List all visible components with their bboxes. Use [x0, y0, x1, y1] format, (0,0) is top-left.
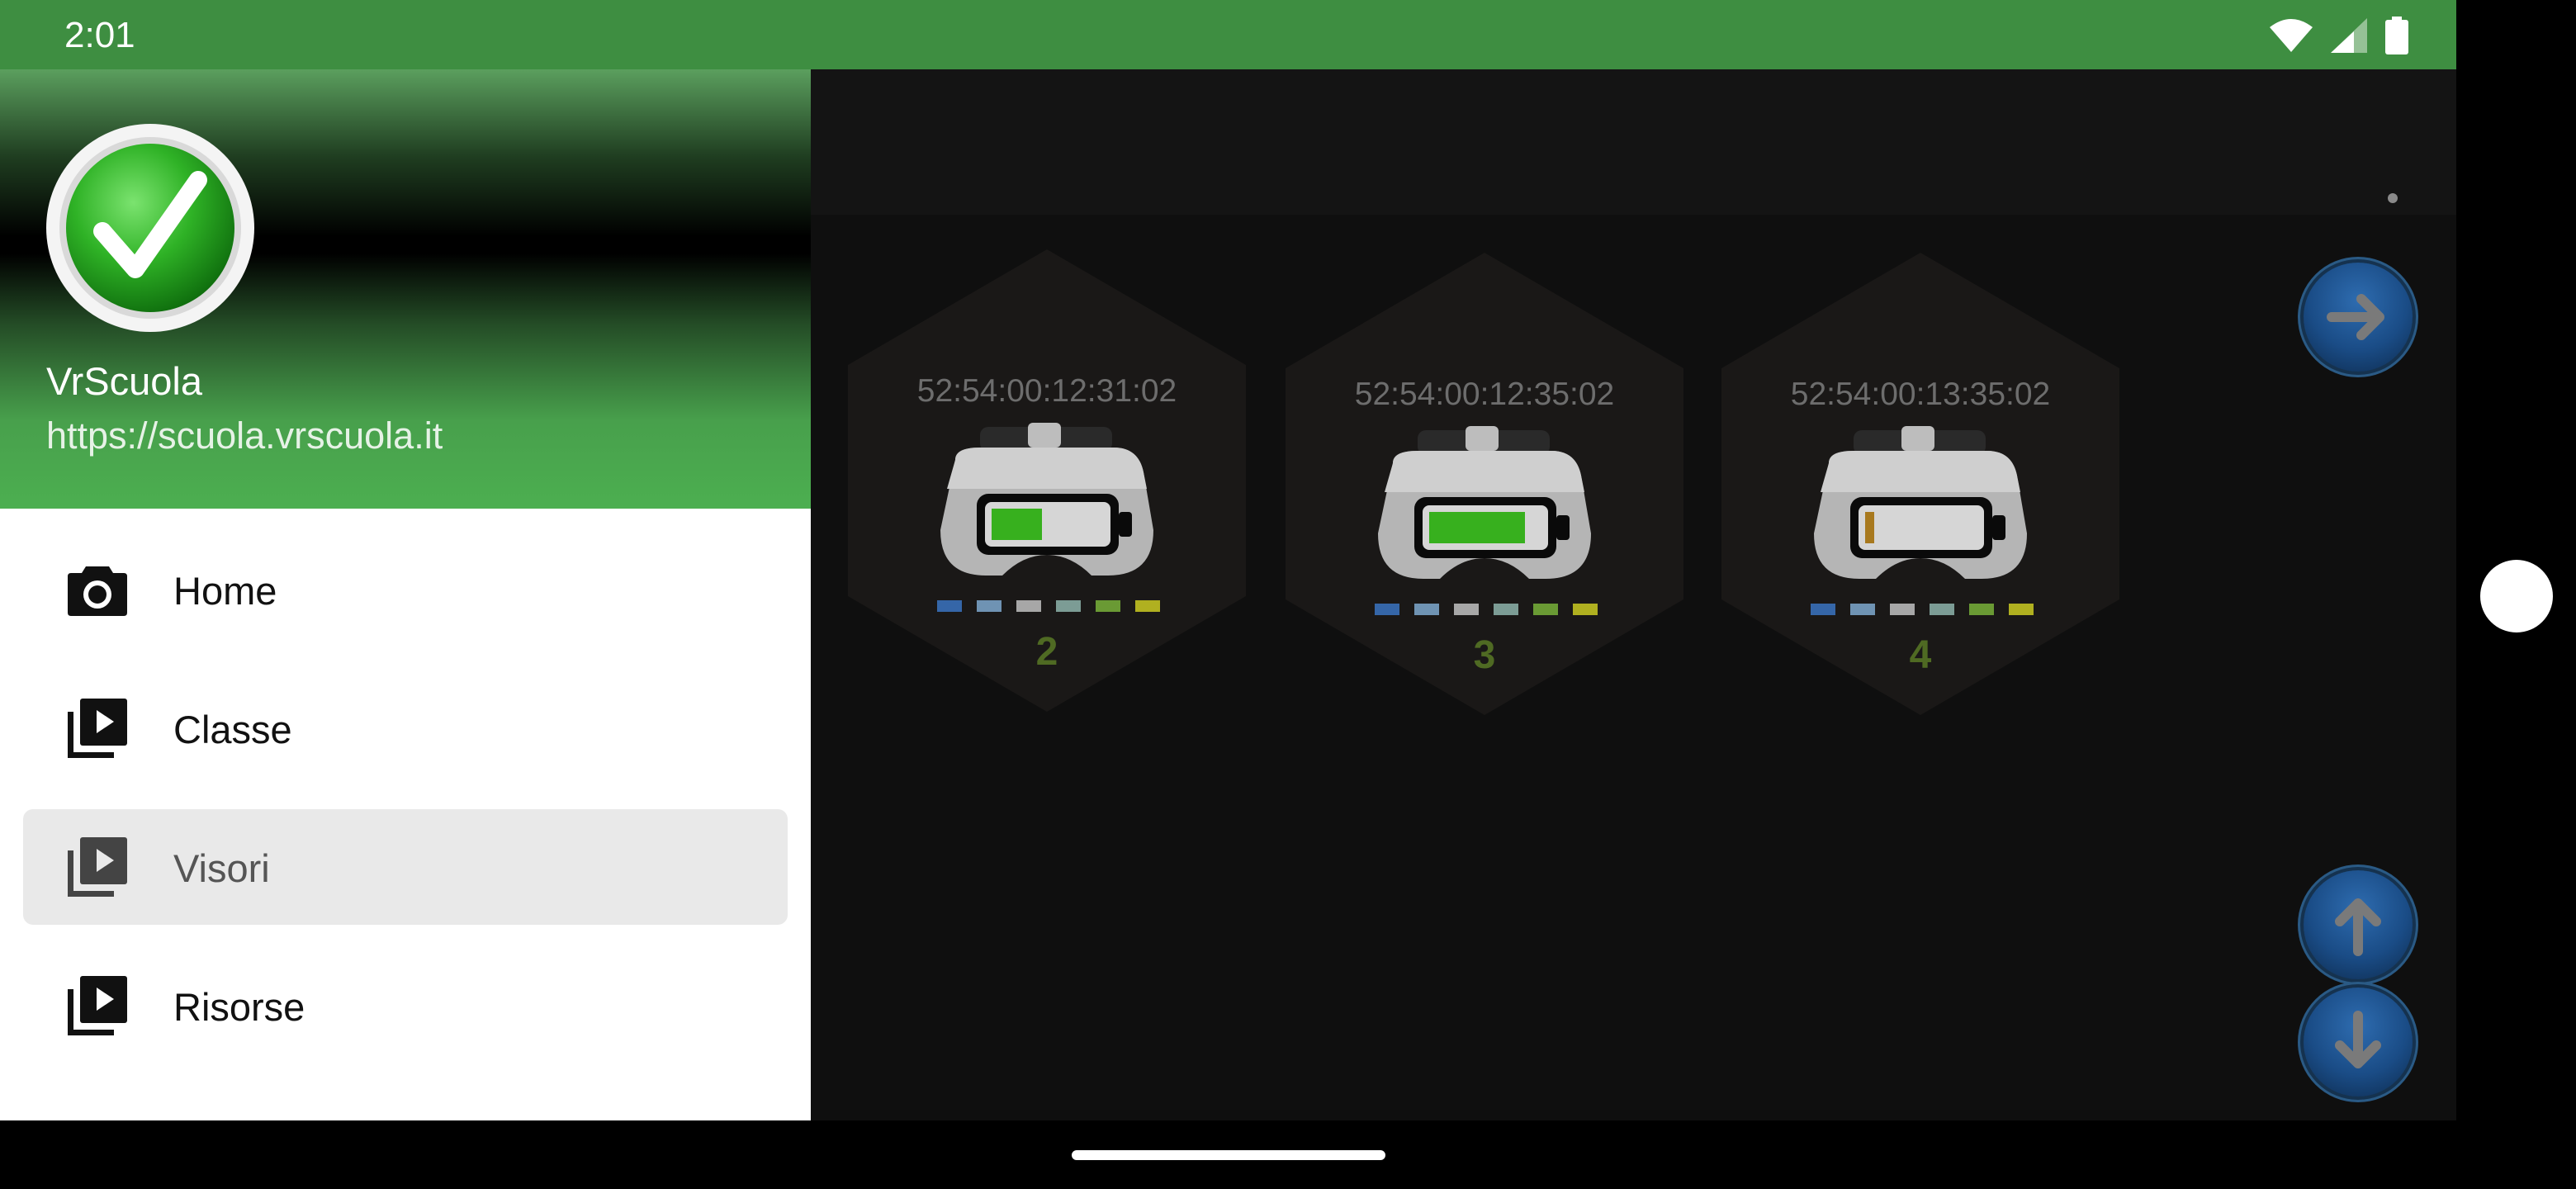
app-url: https://scuola.vrscuola.it — [46, 414, 443, 457]
status-time: 2:01 — [64, 15, 135, 55]
device-mac-address: 52:54:00:12:31:02 — [916, 373, 1177, 409]
menu-item-home[interactable]: Home — [23, 532, 788, 647]
menu-item-risorse[interactable]: Risorse — [23, 948, 788, 1063]
vr-headset-battery-icon — [1814, 426, 2027, 579]
video-library-icon — [68, 699, 127, 758]
scroll-up-button[interactable] — [2304, 870, 2413, 979]
battery-icon — [2385, 17, 2408, 54]
device-number: 3 — [1473, 633, 1496, 677]
home-indicator[interactable] — [1072, 1150, 1385, 1160]
video-library-icon — [68, 837, 127, 897]
camera-cutout — [2480, 560, 2553, 632]
device-number: 2 — [1035, 630, 1058, 674]
menu-item-label: Home — [173, 569, 277, 613]
status-indicator-bar — [1811, 604, 2034, 615]
checkmark-logo-icon — [46, 124, 254, 332]
menu-item-label: Visori — [173, 846, 270, 890]
status-indicator-bar — [1375, 604, 1598, 615]
navigation-drawer: VrScuola https://scuola.vrscuola.it Home… — [0, 69, 811, 1120]
device-mac-address: 52:54:00:12:35:02 — [1354, 377, 1615, 412]
scroll-down-button[interactable] — [2304, 988, 2413, 1097]
arrow-right-icon — [2327, 294, 2384, 340]
device-card[interactable]: 52:54:00:13:35:02 4 — [1721, 253, 2119, 715]
status-indicator-bar — [937, 600, 1160, 612]
app-name: VrScuola — [46, 359, 202, 403]
device-number: 4 — [1909, 633, 1932, 677]
arrow-down-icon — [2335, 1011, 2381, 1068]
device-mac-address: 52:54:00:13:35:02 — [1790, 377, 2051, 412]
status-bar: 2:01 — [0, 0, 2456, 69]
cellular-signal-icon — [2331, 18, 2367, 53]
drawer-header: VrScuola https://scuola.vrscuola.it — [0, 69, 811, 509]
next-button[interactable] — [2304, 263, 2413, 372]
menu-item-classe[interactable]: Classe — [23, 670, 788, 786]
device-card[interactable]: 52:54:00:12:31:02 2 — [848, 249, 1246, 712]
menu-item-visori[interactable]: Visori — [23, 809, 788, 925]
device-card[interactable]: 52:54:00:12:35:02 3 — [1286, 253, 1683, 715]
battery-level — [992, 509, 1042, 540]
arrow-up-icon — [2335, 898, 2381, 956]
menu-item-label: Risorse — [173, 985, 305, 1029]
menu-item-label: Classe — [173, 708, 292, 751]
battery-level — [1865, 512, 1874, 543]
wifi-icon — [2270, 19, 2313, 52]
video-library-icon — [68, 976, 127, 1035]
status-icons — [2270, 17, 2408, 54]
battery-level — [1429, 512, 1525, 543]
app-screen: 52:54:00:12:31:02 2 52:54:00:12:35:02 3 … — [0, 0, 2456, 1120]
vr-headset-battery-icon — [940, 423, 1153, 576]
camera-icon — [68, 566, 127, 616]
vr-headset-battery-icon — [1378, 426, 1591, 579]
